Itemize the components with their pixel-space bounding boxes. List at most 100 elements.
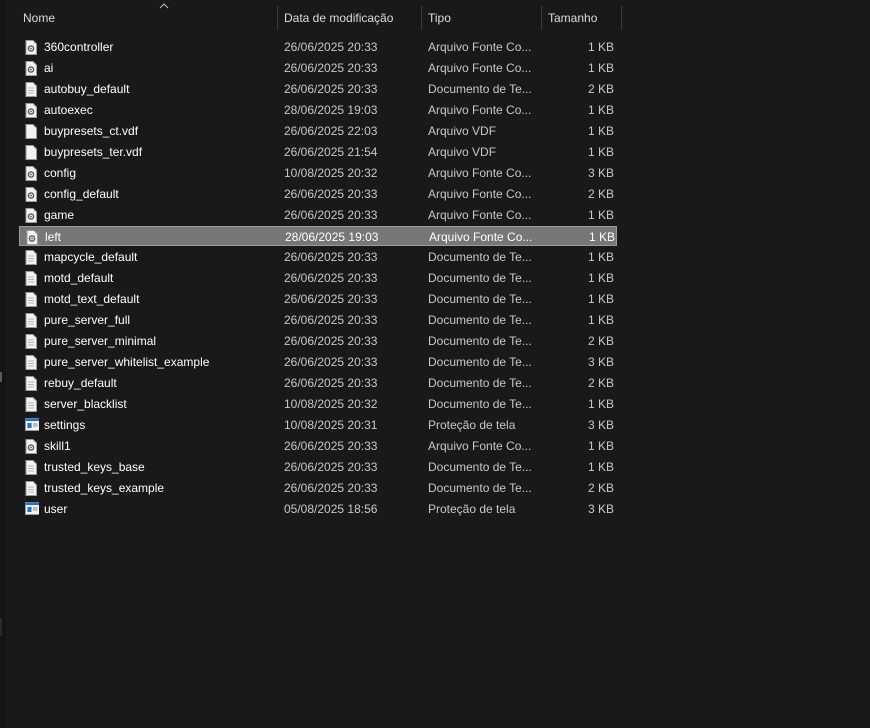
file-size: 1 KB (587, 124, 614, 138)
column-header-modified-label: Data de modificação (284, 11, 394, 25)
file-name: ai (44, 61, 54, 75)
blank-file-icon (25, 124, 39, 139)
file-row[interactable]: settings 10/08/2025 20:31 Proteção de tela… (19, 415, 617, 435)
file-type: Proteção de tela (428, 418, 516, 432)
file-modified-date: 26/06/2025 22:03 (284, 124, 378, 138)
file-row[interactable]: game 26/06/2025 20:33 Arquivo Fonte Co... 1… (19, 205, 617, 225)
file-name: trusted_keys_example (44, 481, 165, 495)
file-row[interactable]: buypresets_ct.vdf 26/06/2025 22:03 Arquivo… (19, 121, 617, 141)
text-file-icon (25, 250, 39, 265)
file-size: 2 KB (587, 481, 614, 495)
file-modified-date: 10/08/2025 20:32 (284, 397, 378, 411)
file-modified-date: 26/06/2025 20:33 (284, 481, 378, 495)
text-file-icon (25, 376, 39, 391)
file-size: 2 KB (587, 82, 614, 96)
file-row[interactable]: rebuy_default 26/06/2025 20:33 Documento d… (19, 373, 617, 393)
file-row[interactable]: user 05/08/2025 18:56 Proteção de tela 3 KB (19, 499, 617, 519)
file-modified-date: 26/06/2025 20:33 (284, 355, 378, 369)
text-file-icon (25, 334, 39, 349)
file-name: user (44, 502, 68, 516)
file-size: 3 KB (587, 418, 614, 432)
file-size: 1 KB (587, 61, 614, 75)
gear-file-icon (25, 166, 39, 181)
file-row[interactable]: config 10/08/2025 20:32 Arquivo Fonte Co..… (19, 163, 617, 183)
file-row[interactable]: pure_server_whitelist_example 26/06/2025 … (19, 352, 617, 372)
file-name: pure_server_full (44, 313, 131, 327)
column-header-size[interactable]: Tamanho (542, 0, 622, 32)
file-row[interactable]: trusted_keys_base 26/06/2025 20:33 Documen… (19, 457, 617, 477)
file-modified-date: 26/06/2025 20:33 (284, 460, 378, 474)
file-row[interactable]: mapcycle_default 26/06/2025 20:33 Document… (19, 247, 617, 267)
file-type: Documento de Te... (428, 271, 532, 285)
file-size: 1 KB (587, 103, 614, 117)
file-type: Arquivo Fonte Co... (428, 439, 532, 453)
file-size: 3 KB (587, 166, 614, 180)
file-modified-date: 10/08/2025 20:31 (284, 418, 378, 432)
gear-file-icon (26, 230, 40, 245)
file-name: game (44, 208, 75, 222)
left-pane-edge (0, 0, 6, 728)
file-size: 1 KB (587, 460, 614, 474)
file-type: Documento de Te... (428, 460, 532, 474)
file-type: Documento de Te... (428, 334, 532, 348)
pane-edge-mark (0, 372, 2, 382)
file-name: server_blacklist (44, 397, 127, 411)
file-modified-date: 26/06/2025 20:33 (284, 61, 378, 75)
file-row[interactable]: 360controller 26/06/2025 20:33 Arquivo Fon… (19, 37, 617, 57)
file-name: config_default (44, 187, 119, 201)
screensaver-file-icon (25, 418, 39, 433)
file-name: buypresets_ct.vdf (44, 124, 139, 138)
gear-file-icon (25, 61, 39, 76)
file-name: skill1 (44, 439, 71, 453)
file-name: motd_default (44, 271, 114, 285)
gear-file-icon (25, 439, 39, 454)
column-separator[interactable] (621, 6, 622, 30)
file-type: Arquivo VDF (428, 145, 497, 159)
file-name: buypresets_ter.vdf (44, 145, 143, 159)
file-size: 1 KB (587, 271, 614, 285)
column-header-name[interactable]: Nome (17, 0, 278, 32)
column-header-bar: Nome Data de modificação Tipo Tamanho (6, 0, 870, 32)
file-row[interactable]: trusted_keys_example 26/06/2025 20:33 Docu… (19, 478, 617, 498)
file-name: pure_server_whitelist_example (44, 355, 210, 369)
file-modified-date: 26/06/2025 20:33 (284, 40, 378, 54)
file-row[interactable]: autobuy_default 26/06/2025 20:33 Documento… (19, 79, 617, 99)
file-type: Documento de Te... (428, 313, 532, 327)
file-name: pure_server_minimal (44, 334, 157, 348)
file-size: 1 KB (587, 40, 614, 54)
file-name: settings (44, 418, 86, 432)
file-name: config (44, 166, 77, 180)
file-modified-date: 26/06/2025 20:33 (284, 376, 378, 390)
column-header-size-label: Tamanho (548, 11, 598, 25)
file-type: Arquivo Fonte Co... (428, 166, 532, 180)
blank-file-icon (25, 145, 39, 160)
file-size: 1 KB (587, 439, 614, 453)
file-modified-date: 26/06/2025 20:33 (284, 271, 378, 285)
file-modified-date: 28/06/2025 19:03 (284, 103, 378, 117)
file-row[interactable]: ai 26/06/2025 20:33 Arquivo Fonte Co... 1 K… (19, 58, 617, 78)
file-size: 1 KB (587, 250, 614, 264)
file-modified-date: 10/08/2025 20:32 (284, 166, 378, 180)
file-type: Documento de Te... (428, 292, 532, 306)
gear-file-icon (25, 40, 39, 55)
file-modified-date: 26/06/2025 20:33 (284, 82, 378, 96)
file-modified-date: 26/06/2025 20:33 (284, 334, 378, 348)
file-modified-date: 26/06/2025 20:33 (284, 292, 378, 306)
file-row[interactable]: pure_server_full 26/06/2025 20:33 Document… (19, 310, 617, 330)
file-row[interactable]: pure_server_minimal 26/06/2025 20:33 Docum… (19, 331, 617, 351)
file-modified-date: 26/06/2025 20:33 (284, 313, 378, 327)
file-row[interactable]: skill1 26/06/2025 20:33 Arquivo Fonte Co..… (19, 436, 617, 456)
file-row[interactable]: left 28/06/2025 19:03 Arquivo Fonte Co... 1… (19, 226, 617, 246)
file-type: Documento de Te... (428, 355, 532, 369)
file-modified-date: 05/08/2025 18:56 (284, 502, 378, 516)
file-row[interactable]: buypresets_ter.vdf 26/06/2025 21:54 Arquiv… (19, 142, 617, 162)
column-header-type[interactable]: Tipo (422, 0, 542, 32)
file-type: Arquivo VDF (428, 124, 497, 138)
column-header-modified[interactable]: Data de modificação (278, 0, 422, 32)
file-row[interactable]: motd_default 26/06/2025 20:33 Documento de… (19, 268, 617, 288)
file-row[interactable]: server_blacklist 10/08/2025 20:32 Document… (19, 394, 617, 414)
file-row[interactable]: motd_text_default 26/06/2025 20:33 Documen… (19, 289, 617, 309)
file-modified-date: 26/06/2025 21:54 (284, 145, 378, 159)
file-row[interactable]: config_default 26/06/2025 20:33 Arquivo Fo… (19, 184, 617, 204)
file-row[interactable]: autoexec 28/06/2025 19:03 Arquivo Fonte Co… (19, 100, 617, 120)
